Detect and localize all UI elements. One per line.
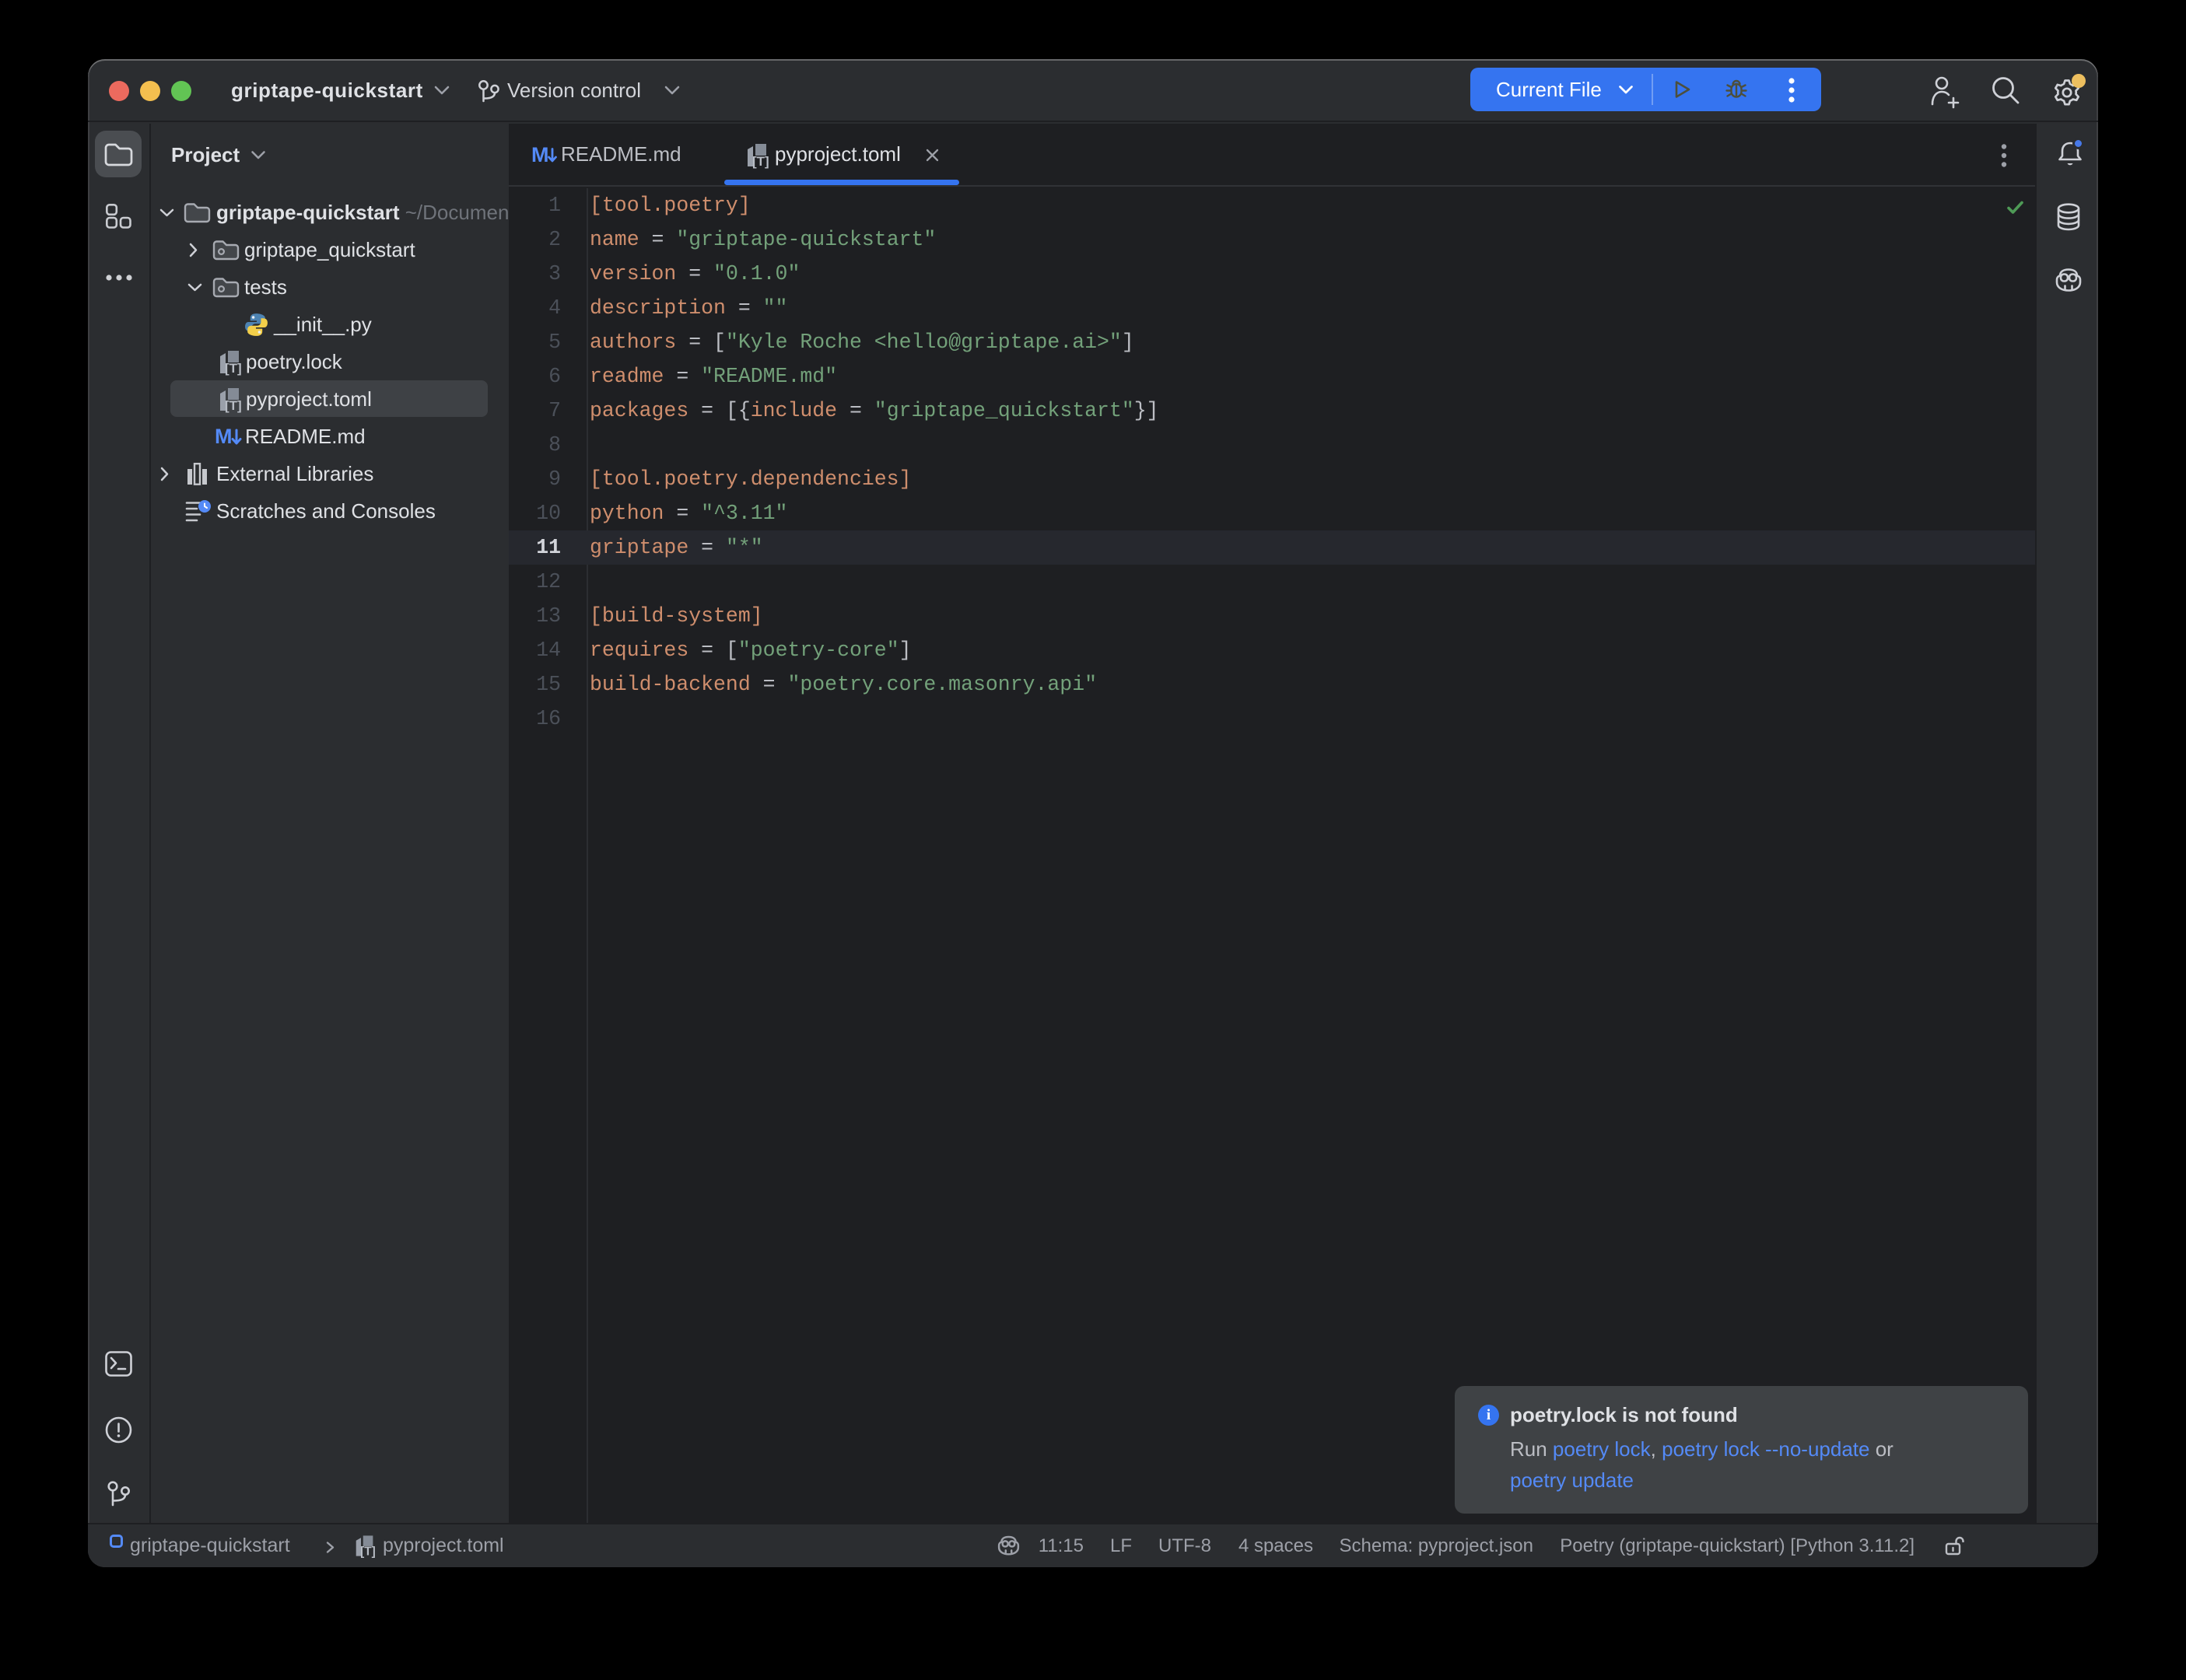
svg-text:[T]: [T]	[360, 1545, 376, 1559]
svg-text:[T]: [T]	[225, 361, 242, 376]
svg-text:[T]: [T]	[225, 398, 242, 413]
svg-text:[T]: [T]	[752, 154, 769, 169]
